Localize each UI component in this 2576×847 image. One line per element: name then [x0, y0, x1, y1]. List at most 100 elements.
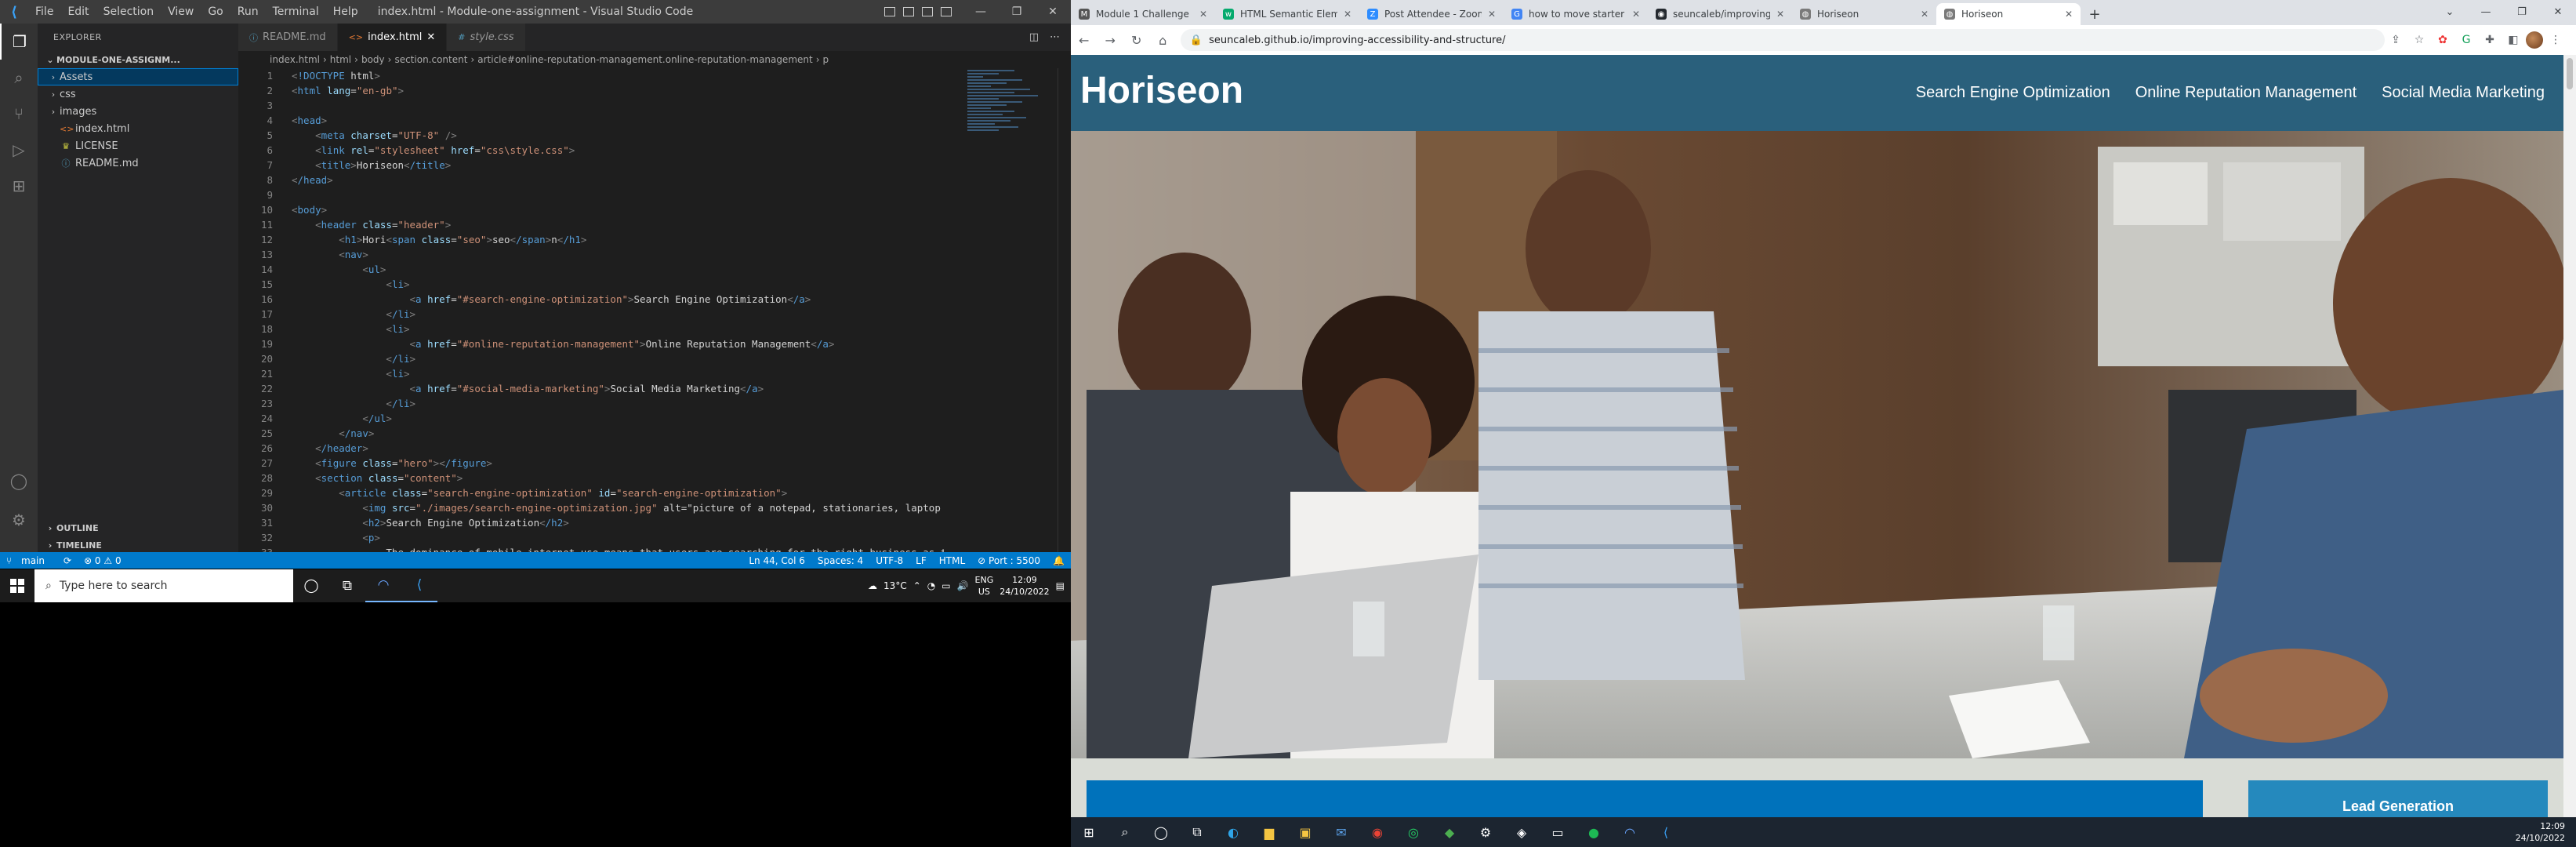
code-line[interactable]: 19 <a href="#online-reputation-managemen…	[238, 336, 944, 351]
tab-close-icon[interactable]: ✕	[1776, 9, 1784, 20]
weather-cloud-icon[interactable]: ☁	[868, 580, 877, 591]
menu-view[interactable]: View	[161, 0, 201, 24]
code-line[interactable]: 15 <li>	[238, 277, 944, 292]
menu-go[interactable]: Go	[201, 0, 230, 24]
tree-item-images[interactable]: › images	[38, 103, 238, 120]
clock[interactable]: 12:09 24/10/2022	[1000, 574, 1049, 598]
cortana-icon[interactable]: ◯	[1143, 817, 1179, 847]
code-line[interactable]: 3	[238, 98, 944, 113]
tab-close-icon[interactable]: ✕	[426, 31, 435, 43]
code-line[interactable]: 30 <img src="./images/search-engine-opti…	[238, 500, 944, 515]
whatsapp-icon[interactable]: ◎	[1395, 817, 1431, 847]
more-actions-icon[interactable]: ⋯	[1050, 31, 1060, 43]
chrome-menu-icon[interactable]: ⋮	[2545, 29, 2567, 51]
battery-icon[interactable]: ▭	[942, 580, 950, 591]
branch-status[interactable]: ⑂ main	[0, 555, 57, 566]
code-line[interactable]: 9	[238, 187, 944, 202]
code-line[interactable]: 2 <html lang="en-gb">	[238, 83, 944, 98]
task-view-icon[interactable]: ⧉	[1179, 817, 1215, 847]
back-arrow-icon[interactable]: ←	[1071, 27, 1097, 53]
share-icon[interactable]: ⇪	[2385, 29, 2407, 51]
minimize-icon[interactable]: —	[963, 0, 999, 24]
code-line[interactable]: 7 <title>Horiseon</title>	[238, 158, 944, 173]
side-panel-icon[interactable]: ◧	[2502, 29, 2524, 51]
tab-close-icon[interactable]: ✕	[1921, 9, 1928, 20]
code-line[interactable]: 11 <header class="header">	[238, 217, 944, 232]
start-button[interactable]	[0, 569, 34, 602]
code-line[interactable]: 24 </ul>	[238, 411, 944, 426]
live-server-port[interactable]: ⊘ Port : 5500	[971, 555, 1047, 566]
vscode-app-icon[interactable]: ⟨	[401, 569, 437, 602]
outline-section[interactable]: › OUTLINE	[38, 519, 238, 536]
chrome-tab[interactable]: w HTML Semantic Elements ✕	[1215, 3, 1359, 25]
tree-item-index-html[interactable]: <> index.html	[38, 120, 238, 137]
tab-readme[interactable]: ⓘ README.md	[238, 24, 338, 51]
explorer-icon[interactable]: ❐	[0, 24, 38, 60]
language-indicator[interactable]: ENG US	[975, 574, 994, 598]
code-line[interactable]: 25 </nav>	[238, 426, 944, 441]
app-icon[interactable]: ◈	[1504, 817, 1540, 847]
vscode-app-icon[interactable]: ⟨	[1648, 817, 1684, 847]
code-line[interactable]: 23 </li>	[238, 396, 944, 411]
code-line[interactable]: 28 <section class="content">	[238, 471, 944, 485]
breadcrumb-item[interactable]: article#online-reputation-management.onl…	[477, 54, 812, 65]
code-line[interactable]: 27 <figure class="hero"></figure>	[238, 456, 944, 471]
chrome-tab[interactable]: Z Post Attendee - Zoom ✕	[1359, 3, 1504, 25]
code-line[interactable]: 6 <link rel="stylesheet" href="css\style…	[238, 143, 944, 158]
code-line[interactable]: 8 </head>	[238, 173, 944, 187]
code-line[interactable]: 29 <article class="search-engine-optimiz…	[238, 485, 944, 500]
file-explorer-icon[interactable]: ▆	[1251, 817, 1287, 847]
app-icon[interactable]: ◆	[1431, 817, 1468, 847]
editor-scrollbar[interactable]	[1058, 68, 1069, 560]
address-bar[interactable]: 🔒 seuncaleb.github.io/improving-accessib…	[1180, 29, 2385, 51]
language-mode[interactable]: HTML	[933, 555, 971, 566]
menu-help[interactable]: Help	[326, 0, 365, 24]
reload-icon[interactable]: ↻	[1123, 27, 1149, 53]
workspace-folder-header[interactable]: ⌄ MODULE-ONE-ASSIGNM...	[38, 51, 238, 68]
tab-close-icon[interactable]: ✕	[1199, 9, 1207, 20]
tab-close-icon[interactable]: ✕	[1344, 9, 1351, 20]
bookmark-star-icon[interactable]: ☆	[2408, 29, 2430, 51]
extension-icon[interactable]: ✿	[2432, 29, 2454, 51]
encoding-status[interactable]: UTF-8	[869, 555, 909, 566]
code-line[interactable]: 18 <li>	[238, 322, 944, 336]
code-line[interactable]: 17 </li>	[238, 307, 944, 322]
breadcrumb-item[interactable]: html	[330, 54, 351, 65]
code-line[interactable]: 22 <a href="#social-media-marketing">Soc…	[238, 381, 944, 396]
search-icon[interactable]: ⌕	[1107, 817, 1143, 847]
weather-temp[interactable]: 13°C	[883, 580, 907, 591]
toggle-panel-icon[interactable]	[902, 0, 916, 24]
sync-icon[interactable]: ⟳	[57, 555, 78, 566]
show-hidden-icons-icon[interactable]: ⌃	[913, 580, 921, 591]
chrome-tab[interactable]: ◉ seuncaleb/improving-accessibili ✕	[1648, 3, 1792, 25]
tree-item-css[interactable]: › css	[38, 85, 238, 103]
grammarly-icon[interactable]: G	[2455, 29, 2477, 51]
menu-file[interactable]: File	[28, 0, 60, 24]
search-icon[interactable]: ⌕	[0, 60, 38, 96]
cortana-icon[interactable]: ◯	[293, 569, 329, 602]
chrome-tab-active[interactable]: ◍ Horiseon ✕	[1936, 3, 2081, 25]
volume-icon[interactable]: 🔊	[957, 580, 969, 591]
tab-close-icon[interactable]: ✕	[1632, 9, 1640, 20]
nav-link-orm[interactable]: Online Reputation Management	[2135, 84, 2356, 102]
restore-icon[interactable]: ❐	[999, 0, 1035, 24]
code-line[interactable]: 13 <nav>	[238, 247, 944, 262]
close-icon[interactable]: ✕	[2540, 0, 2576, 24]
tab-search-icon[interactable]: ⌄	[2432, 0, 2468, 24]
breadcrumb-item[interactable]: body	[361, 54, 385, 65]
extensions-icon[interactable]: ⊞	[0, 168, 38, 204]
tab-close-icon[interactable]: ✕	[1488, 9, 1496, 20]
restore-icon[interactable]: ❐	[2504, 0, 2540, 24]
network-icon[interactable]: ◔	[927, 580, 935, 591]
source-control-icon[interactable]: ⑂	[0, 96, 38, 132]
code-line[interactable]: 10 <body>	[238, 202, 944, 217]
mail-icon[interactable]: ✉	[1323, 817, 1359, 847]
code-line[interactable]: 21 <li>	[238, 366, 944, 381]
edge-icon[interactable]: ◐	[1215, 817, 1251, 847]
menu-run[interactable]: Run	[230, 0, 266, 24]
notification-center-icon[interactable]: ▤	[1056, 580, 1065, 591]
terminal-icon[interactable]: ▭	[1540, 817, 1576, 847]
nav-link-smm[interactable]: Social Media Marketing	[2382, 84, 2545, 102]
breadcrumb-item[interactable]: index.html	[270, 54, 320, 65]
code-line[interactable]: 32 <p>	[238, 530, 944, 545]
